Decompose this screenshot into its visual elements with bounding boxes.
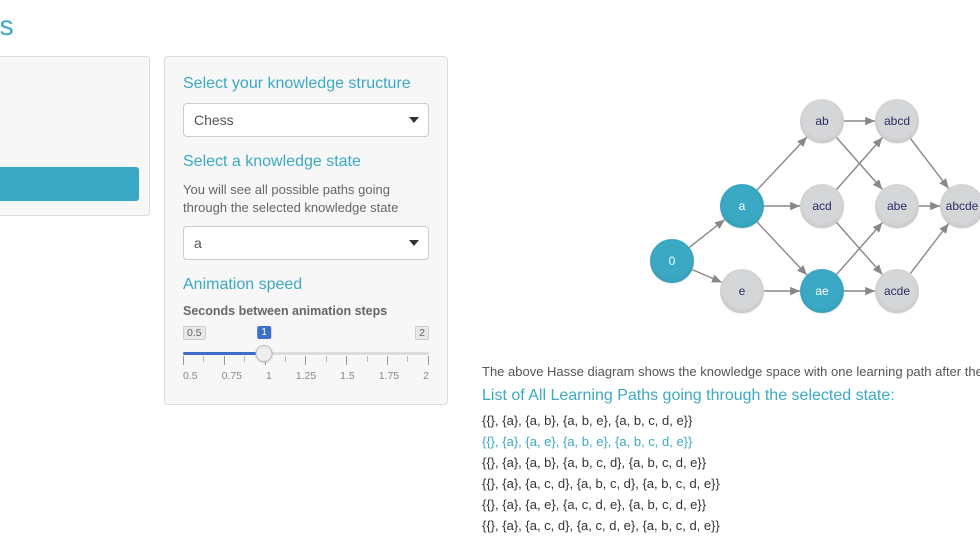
graph-node-acde[interactable]: acde <box>875 269 919 313</box>
state-select[interactable]: a <box>183 226 429 260</box>
graph-node-ae[interactable]: ae <box>800 269 844 313</box>
learning-path-item: {{}, {a}, {a, e}, {a, b, e}, {a, b, c, d… <box>482 434 980 449</box>
graph-node-abcde[interactable]: abcde <box>940 184 980 228</box>
slider-tick: 1.5 <box>340 370 355 382</box>
graph-edge <box>910 138 948 188</box>
results-column: 0aeabacdaeabcdabeacdeabcde The above Has… <box>462 56 980 539</box>
slider-min-label: 0.5 <box>183 326 206 340</box>
graph-edge <box>910 223 948 273</box>
structure-select[interactable]: Chess <box>183 103 429 137</box>
graph-edge <box>689 220 724 248</box>
speed-slider[interactable]: 0.5 2 1 0.5 0.75 1 1.25 1.5 1.75 2 <box>183 324 429 382</box>
slider-value-label: 1 <box>257 326 271 339</box>
hasse-diagram: 0aeabacdaeabcdabeacdeabcde <box>482 86 980 346</box>
state-selected: a <box>194 235 202 251</box>
structure-heading: Select your knowledge structure <box>183 75 429 93</box>
graph-node-ab[interactable]: ab <box>800 99 844 143</box>
learning-path-item: {{}, {a}, {a, b}, {a, b, c, d}, {a, b, c… <box>482 455 980 470</box>
paths-heading: List of All Learning Paths going through… <box>482 387 980 405</box>
controls-panel: Select your knowledge structure Chess Se… <box>164 56 448 405</box>
page-title: iths <box>0 0 980 56</box>
learning-path-item: {{}, {a}, {a, b}, {a, b, e}, {a, b, c, d… <box>482 413 980 428</box>
graph-edge <box>692 270 722 283</box>
structure-selected: Chess <box>194 112 234 128</box>
speed-subheading: Seconds between animation steps <box>183 304 429 318</box>
learning-path-item: {{}, {a}, {a, c, d}, {a, b, c, d}, {a, b… <box>482 476 980 491</box>
primary-action-button[interactable] <box>0 167 139 201</box>
graph-node-0[interactable]: 0 <box>650 239 694 283</box>
slider-tick: 2 <box>423 370 429 382</box>
slider-tick: 0.75 <box>222 370 242 382</box>
graph-edge <box>757 222 807 275</box>
actions-panel <box>0 56 150 216</box>
slider-thumb[interactable] <box>256 345 273 362</box>
graph-node-a[interactable]: a <box>720 184 764 228</box>
graph-edge <box>757 137 807 190</box>
graph-node-acd[interactable]: acd <box>800 184 844 228</box>
graph-node-abcd[interactable]: abcd <box>875 99 919 143</box>
learning-path-item: {{}, {a}, {a, e}, {a, c, d, e}, {a, b, c… <box>482 497 980 512</box>
slider-tick: 1.75 <box>379 370 399 382</box>
graph-node-e[interactable]: e <box>720 269 764 313</box>
slider-tick: 1.25 <box>296 370 316 382</box>
graph-node-abe[interactable]: abe <box>875 184 919 228</box>
speed-heading: Animation speed <box>183 276 429 294</box>
slider-tick: 1 <box>266 370 272 382</box>
slider-tick-labels: 0.5 0.75 1 1.25 1.5 1.75 2 <box>183 370 429 382</box>
slider-tick: 0.5 <box>183 370 198 382</box>
state-help-text: You will see all possible paths going th… <box>183 181 429 216</box>
state-heading: Select a knowledge state <box>183 153 429 171</box>
diagram-description: The above Hasse diagram shows the knowle… <box>482 364 980 379</box>
slider-max-label: 2 <box>415 326 429 340</box>
learning-path-item: {{}, {a}, {a, c, d}, {a, c, d, e}, {a, b… <box>482 518 980 533</box>
